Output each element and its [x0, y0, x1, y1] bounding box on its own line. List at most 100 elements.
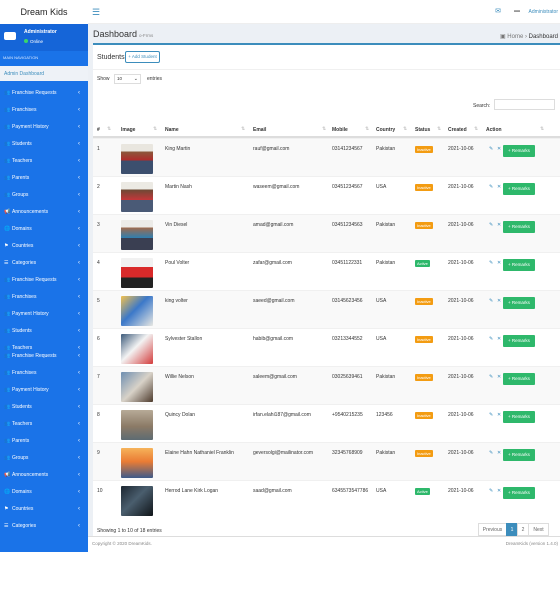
sidebar-item-countries[interactable]: ⚑ Countries ‹	[0, 500, 88, 517]
delete-icon[interactable]: ✕	[497, 298, 501, 304]
sort-icon[interactable]: ⇅	[540, 126, 544, 132]
sidebar-item-announcements[interactable]: 📢 Announcements ‹	[0, 203, 88, 220]
sort-icon[interactable]: ⇅	[107, 126, 111, 132]
remarks-button[interactable]: + Remarks	[503, 373, 535, 385]
column-header-mobile[interactable]: Mobile	[332, 127, 348, 133]
sidebar-item-payment-history[interactable]: 👥 Payment History ‹	[0, 118, 88, 135]
sort-icon[interactable]: ⇅	[241, 126, 245, 132]
search-input[interactable]	[494, 99, 555, 110]
sidebar-item-teachers[interactable]: 👥 Teachers ‹	[0, 415, 88, 432]
column-header-status[interactable]: Status	[415, 127, 430, 133]
sort-icon[interactable]: ⇅	[365, 126, 369, 132]
remarks-button[interactable]: + Remarks	[503, 487, 535, 499]
user-icon[interactable]: ▬	[514, 8, 520, 14]
sidebar-item-parents[interactable]: 👥 Parents ‹	[0, 432, 88, 449]
edit-icon[interactable]: ✎	[489, 336, 493, 342]
sort-icon[interactable]: ⇅	[474, 126, 478, 132]
sidebar-item-domains[interactable]: 🌐 Domains ‹	[0, 483, 88, 500]
status-badge: Inactive	[415, 298, 433, 305]
remarks-button[interactable]: + Remarks	[503, 449, 535, 461]
entries-label: entries	[147, 76, 163, 82]
row-number: 1	[97, 146, 100, 152]
envelope-icon[interactable]: ✉	[495, 7, 501, 15]
edit-icon[interactable]: ✎	[489, 260, 493, 266]
edit-icon[interactable]: ✎	[489, 374, 493, 380]
sidebar-item-payment-history[interactable]: 👥 Payment History ‹	[0, 381, 88, 398]
delete-icon[interactable]: ✕	[497, 412, 501, 418]
menu-icon: 👥	[4, 369, 11, 376]
chevron-left-icon: ‹	[78, 123, 80, 130]
column-header-country[interactable]: Country	[376, 127, 395, 133]
column-header-image[interactable]: Image	[121, 127, 135, 133]
sidebar-item-admin-dashboard[interactable]: Admin Dashboard	[0, 66, 88, 81]
edit-icon[interactable]: ✎	[489, 450, 493, 456]
sidebar-item-label: Parents	[12, 174, 30, 181]
sort-icon[interactable]: ⇅	[153, 126, 157, 132]
sidebar-item-franchise-requests[interactable]: 👥 Franchise Requests ‹	[0, 271, 88, 288]
delete-icon[interactable]: ✕	[497, 336, 501, 342]
column-header-created[interactable]: Created	[448, 127, 467, 133]
sidebar-item-label: Franchises	[12, 106, 37, 113]
remarks-button[interactable]: + Remarks	[503, 335, 535, 347]
column-header-email[interactable]: Email	[253, 127, 266, 133]
sidebar-item-domains[interactable]: 🌐 Domains ‹	[0, 220, 88, 237]
sidebar-item-students[interactable]: 👥 Students ‹	[0, 322, 88, 339]
table-row: 7 Willie Nelson saleem@gmail.com 0302563946…	[93, 366, 560, 404]
sort-icon[interactable]: ⇅	[403, 126, 407, 132]
sidebar-item-countries[interactable]: ⚑ Countries ‹	[0, 237, 88, 254]
nav-header: MAIN NAVIGATION	[0, 51, 88, 64]
remarks-button[interactable]: + Remarks	[503, 411, 535, 423]
edit-icon[interactable]: ✎	[489, 184, 493, 190]
sidebar-item-groups[interactable]: 👥 Groups ‹	[0, 186, 88, 203]
delete-icon[interactable]: ✕	[497, 184, 501, 190]
column-header-number[interactable]: #	[97, 127, 100, 133]
student-mobile: 03451234567	[332, 184, 363, 190]
sidebar-item-franchises[interactable]: 👥 Franchises ‹	[0, 288, 88, 305]
delete-icon[interactable]: ✕	[497, 450, 501, 456]
next-page-button[interactable]: Next	[528, 523, 549, 536]
sidebar-item-students[interactable]: 👥 Students ‹	[0, 398, 88, 415]
sidebar-item-payment-history[interactable]: 👥 Payment History ‹	[0, 305, 88, 322]
sort-icon[interactable]: ⇅	[437, 126, 441, 132]
sidebar-item-teachers[interactable]: 👥 Teachers ‹	[0, 152, 88, 169]
sidebar-item-franchises[interactable]: 👥 Franchises ‹	[0, 101, 88, 118]
remarks-button[interactable]: + Remarks	[503, 259, 535, 271]
breadcrumb-home[interactable]: Home	[507, 34, 523, 40]
status-badge: Inactive	[415, 374, 433, 381]
delete-icon[interactable]: ✕	[497, 222, 501, 228]
previous-page-button[interactable]: Previous	[478, 523, 507, 536]
user-menu[interactable]: Administrator	[529, 9, 558, 15]
delete-icon[interactable]: ✕	[497, 260, 501, 266]
remarks-button[interactable]: + Remarks	[503, 183, 535, 195]
column-header-name[interactable]: Name	[165, 127, 179, 133]
sidebar-item-announcements[interactable]: 📢 Announcements ‹	[0, 466, 88, 483]
sidebar-item-groups[interactable]: 👥 Groups ‹	[0, 449, 88, 466]
sidebar-item-categories[interactable]: ☰ Categories ‹	[0, 517, 88, 534]
remarks-button[interactable]: + Remarks	[503, 221, 535, 233]
menu-toggle-icon[interactable]: ☰	[92, 7, 100, 18]
sidebar: Administrator Online MAIN NAVIGATION Adm…	[0, 24, 88, 552]
delete-icon[interactable]: ✕	[497, 374, 501, 380]
edit-icon[interactable]: ✎	[489, 146, 493, 152]
edit-icon[interactable]: ✎	[489, 488, 493, 494]
sidebar-item-franchise-requests[interactable]: 👥 Franchise Requests ‹	[0, 84, 88, 101]
entries-select[interactable]: 10 ⌄	[114, 74, 141, 84]
brand-logo[interactable]: Dream Kids	[0, 0, 88, 24]
sidebar-item-parents[interactable]: 👥 Parents ‹	[0, 169, 88, 186]
remarks-button[interactable]: + Remarks	[503, 297, 535, 309]
edit-icon[interactable]: ✎	[489, 222, 493, 228]
sort-icon[interactable]: ⇅	[322, 126, 326, 132]
add-student-button[interactable]: + Add Student	[125, 51, 160, 63]
delete-icon[interactable]: ✕	[497, 146, 501, 152]
remarks-button[interactable]: + Remarks	[503, 145, 535, 157]
sidebar-item-students[interactable]: 👥 Students ‹	[0, 135, 88, 152]
sidebar-item-franchises[interactable]: 👥 Franchises ‹	[0, 364, 88, 381]
sidebar-item-franchise-requests[interactable]: 👥 Franchise Requests ‹	[0, 347, 88, 364]
sidebar-item-categories[interactable]: ☰ Categories ‹	[0, 254, 88, 271]
student-name: Poul Volter	[165, 260, 190, 266]
edit-icon[interactable]: ✎	[489, 412, 493, 418]
status-badge: Inactive	[415, 450, 433, 457]
edit-icon[interactable]: ✎	[489, 298, 493, 304]
menu-icon: 👥	[4, 89, 11, 96]
delete-icon[interactable]: ✕	[497, 488, 501, 494]
